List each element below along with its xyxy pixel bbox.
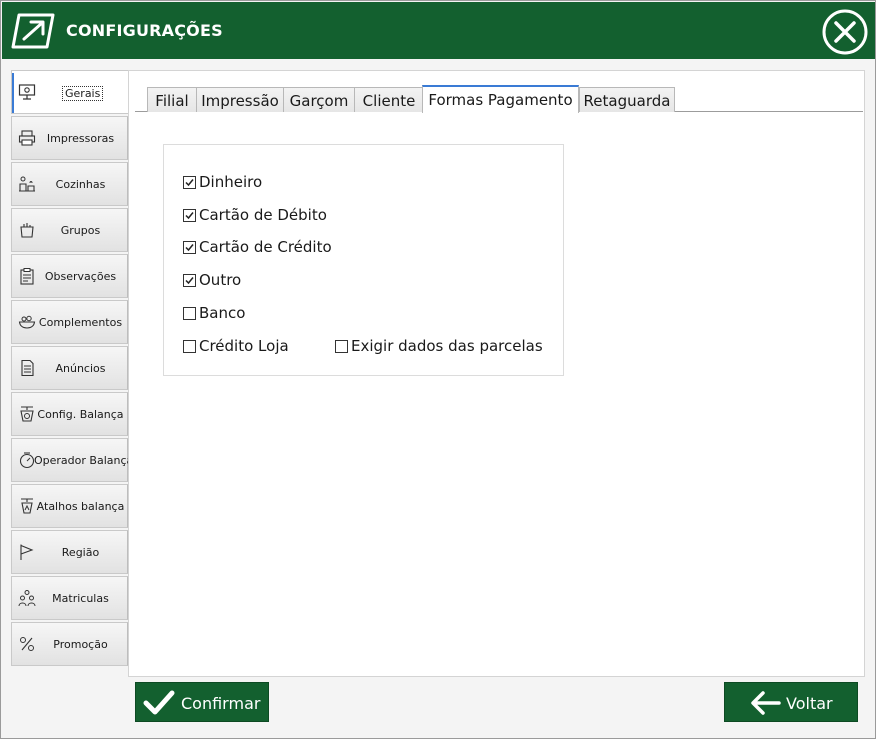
sidebar-item-atalhos-balanca[interactable]: Atalhos balança xyxy=(11,484,128,528)
sidebar-item-anuncios[interactable]: Anúncios xyxy=(11,346,128,390)
sidebar-item-config-balanca[interactable]: Config. Balança xyxy=(11,392,128,436)
app-logo-icon xyxy=(11,11,57,51)
sidebar-item-regiao[interactable]: Região xyxy=(11,530,128,574)
checkbox-label: Exigir dados das parcelas xyxy=(351,337,543,355)
checkbox-label: Banco xyxy=(199,304,246,322)
checkbox-label: Outro xyxy=(199,271,242,289)
back-button[interactable]: Voltar xyxy=(724,682,858,722)
window-title: CONFIGURAÇÕES xyxy=(66,21,223,40)
checkbox-box xyxy=(183,307,196,320)
tab-cliente[interactable]: Cliente xyxy=(354,87,424,112)
sidebar-item-label: Observações xyxy=(44,270,117,283)
sidebar-item-observacoes[interactable]: Observações xyxy=(11,254,128,298)
payment-methods-group: Dinheiro Cartão de Débito Cartão de Créd… xyxy=(163,144,564,376)
sidebar-item-label: Grupos xyxy=(60,224,101,237)
tab-retaguarda[interactable]: Retaguarda xyxy=(579,87,675,112)
check-icon xyxy=(185,212,194,220)
bottom-bar: Confirmar Voltar xyxy=(128,677,865,727)
checkbox-box xyxy=(183,209,196,222)
close-button[interactable] xyxy=(819,9,871,55)
checkbox-box xyxy=(183,340,196,353)
config-window: CONFIGURAÇÕES Gerais Impressoras Cozinha… xyxy=(0,0,876,739)
sidebar-item-impressoras[interactable]: Impressoras xyxy=(11,116,128,160)
checkbox-box xyxy=(183,176,196,189)
confirm-button[interactable]: Confirmar xyxy=(135,682,269,722)
active-marker xyxy=(12,73,14,113)
back-label: Voltar xyxy=(786,694,833,713)
arrow-left-icon xyxy=(749,689,781,717)
sidebar-item-promocao[interactable]: Promoção xyxy=(11,622,128,666)
sidebar: Gerais Impressoras Cozinhas Grupos Obser… xyxy=(11,70,134,670)
sidebar-item-label: Região xyxy=(61,546,100,559)
sidebar-item-cozinhas[interactable]: Cozinhas xyxy=(11,162,128,206)
sidebar-item-matriculas[interactable]: Matriculas xyxy=(11,576,128,620)
main-panel: Filial Impressão Garçom Cliente Formas P… xyxy=(128,70,865,677)
sidebar-item-gerais[interactable]: Gerais xyxy=(11,70,129,114)
checkbox-label: Cartão de Crédito xyxy=(199,238,332,256)
checkbox-label: Dinheiro xyxy=(199,173,263,191)
check-icon xyxy=(185,244,194,252)
sidebar-item-label: Matriculas xyxy=(52,592,109,605)
sidebar-item-label: Complementos xyxy=(38,316,123,329)
sidebar-item-label: Atalhos balança xyxy=(36,500,125,513)
check-icon xyxy=(185,277,194,285)
checkbox-label: Crédito Loja xyxy=(199,337,289,355)
sidebar-item-label: Impressoras xyxy=(46,132,115,145)
title-bar: CONFIGURAÇÕES xyxy=(2,2,875,59)
tab-formas-pagamento[interactable]: Formas Pagamento xyxy=(422,85,579,113)
checkbox-box xyxy=(183,241,196,254)
sidebar-item-grupos[interactable]: Grupos xyxy=(11,208,128,252)
sidebar-item-label: Promoção xyxy=(53,638,108,651)
tab-filial[interactable]: Filial xyxy=(147,87,197,112)
checkbox-box xyxy=(335,340,348,353)
close-icon xyxy=(822,9,868,55)
sidebar-item-complementos[interactable]: Complementos xyxy=(11,300,128,344)
tab-impressao[interactable]: Impressão xyxy=(196,87,284,112)
check-icon xyxy=(185,179,194,187)
sidebar-item-label: Operador Balança xyxy=(34,454,134,467)
sidebar-item-label: Anúncios xyxy=(55,362,106,375)
confirm-label: Confirmar xyxy=(181,694,261,713)
tab-strip: Filial Impressão Garçom Cliente Formas P… xyxy=(135,85,863,113)
monitor-settings-icon xyxy=(18,83,36,101)
check-icon xyxy=(143,689,175,717)
checkbox-box xyxy=(183,274,196,287)
sidebar-item-label: Cozinhas xyxy=(55,178,106,191)
checkbox-label: Cartão de Débito xyxy=(199,206,327,224)
sidebar-item-operador-balanca[interactable]: Operador Balança xyxy=(11,438,134,482)
tab-garcom[interactable]: Garçom xyxy=(283,87,355,112)
sidebar-item-label: Config. Balança xyxy=(37,408,124,421)
sidebar-item-label: Gerais xyxy=(62,86,104,101)
